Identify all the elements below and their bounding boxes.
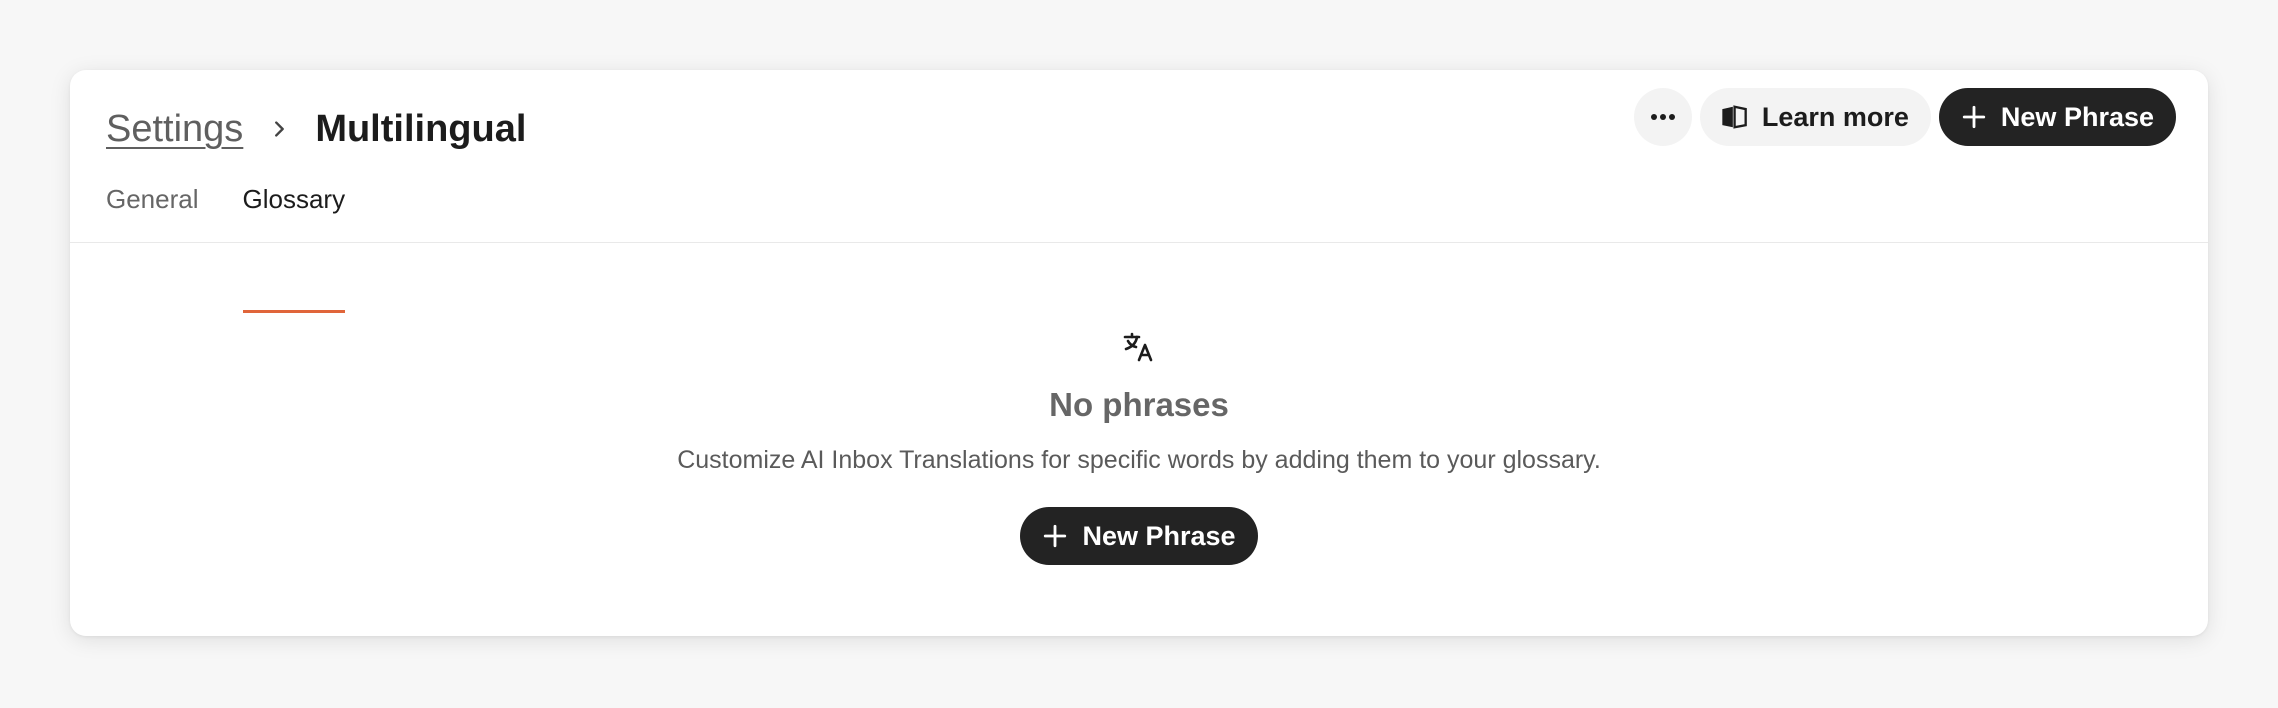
settings-card: Settings Multilingual Learn more New Phr… bbox=[70, 70, 2208, 636]
learn-more-button[interactable]: Learn more bbox=[1699, 88, 1931, 146]
plus-icon bbox=[1961, 104, 1987, 130]
tab-glossary-label: Glossary bbox=[242, 184, 346, 214]
book-open-icon bbox=[1720, 103, 1748, 131]
empty-state-title: No phrases bbox=[1049, 386, 1229, 423]
empty-state-description: Customize AI Inbox Translations for spec… bbox=[677, 446, 1601, 474]
header-actions: Learn more New Phrase bbox=[1633, 88, 2176, 146]
tab-glossary[interactable]: Glossary bbox=[242, 184, 346, 313]
page-header: Settings Multilingual Learn more New Phr… bbox=[70, 70, 2208, 170]
breadcrumb: Settings Multilingual bbox=[106, 94, 526, 164]
new-phrase-label: New Phrase bbox=[2000, 101, 2154, 132]
translate-icon bbox=[1122, 330, 1156, 364]
tab-divider bbox=[70, 242, 2208, 243]
ellipsis-icon bbox=[1650, 113, 1676, 121]
breadcrumb-settings-link[interactable]: Settings bbox=[106, 108, 243, 151]
plus-icon bbox=[1042, 523, 1068, 549]
empty-state: No phrases Customize AI Inbox Translatio… bbox=[70, 330, 2208, 565]
empty-new-phrase-label: New Phrase bbox=[1082, 520, 1236, 551]
tab-bar: General Glossary bbox=[106, 184, 346, 313]
learn-more-label: Learn more bbox=[1761, 101, 1909, 132]
tab-general-label: General bbox=[106, 184, 199, 214]
new-phrase-button[interactable]: New Phrase bbox=[1938, 88, 2176, 146]
chevron-right-icon bbox=[265, 115, 293, 143]
empty-new-phrase-button[interactable]: New Phrase bbox=[1020, 507, 1258, 565]
page-title: Multilingual bbox=[315, 107, 527, 150]
more-options-button[interactable] bbox=[1633, 88, 1692, 146]
tab-general[interactable]: General bbox=[106, 184, 199, 313]
